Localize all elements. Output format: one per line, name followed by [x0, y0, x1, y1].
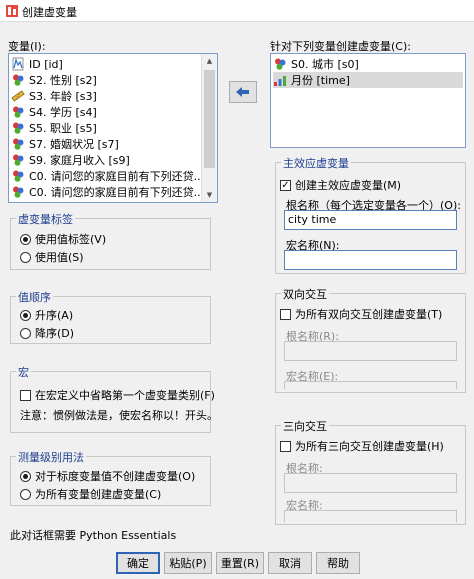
- radio-use-values[interactable]: 使用值(S): [20, 249, 84, 265]
- variable-list-item[interactable]: C0. 请问您的家庭目前有下列还贷...: [11, 200, 204, 202]
- footer-note: 此对话框需要 Python Essentials: [10, 529, 177, 542]
- nominal-icon: [11, 185, 25, 199]
- nominal-icon: [11, 73, 25, 87]
- radio-descending[interactable]: 降序(D): [20, 325, 74, 341]
- variable-list-item-label: S3. 年龄 [s3]: [29, 90, 97, 103]
- macro-note: 注意：惯例做法是，使宏名称以！开头。: [20, 409, 218, 422]
- title-bar: 创建虚变量: [0, 0, 474, 22]
- two-way-title: 双向交互: [281, 286, 329, 302]
- checkbox-two-way[interactable]: 为所有双向交互创建虚变量(T): [280, 306, 442, 322]
- radio-dot: [20, 470, 31, 482]
- radio-dot: [20, 327, 31, 339]
- radio-use-value-labels[interactable]: 使用值标签(V): [20, 231, 106, 247]
- nominal-icon: [11, 153, 25, 167]
- value-order-title: 值顺序: [16, 289, 53, 305]
- nominal-icon: [11, 121, 25, 135]
- app-icon: [6, 5, 18, 17]
- target-list-item-label: S0. 城市 [s0]: [291, 58, 359, 71]
- variable-list-item-label: S2. 性别 [s2]: [29, 74, 97, 87]
- checkbox-box: [280, 308, 291, 320]
- scale-icon: [11, 57, 25, 71]
- target-label: 针对下列变量创建虚变量(C):: [270, 40, 411, 53]
- scroll-down-arrow-icon[interactable]: ▼: [202, 188, 217, 202]
- main-macro-name-input[interactable]: [284, 250, 457, 270]
- variable-list-item[interactable]: S2. 性别 [s2]: [11, 72, 201, 88]
- move-to-target-button[interactable]: [229, 81, 257, 103]
- main-root-name-input[interactable]: city time: [284, 210, 457, 230]
- variable-list-item-label: S7. 婚姻状况 [s7]: [29, 138, 119, 151]
- variable-list-item[interactable]: S9. 家庭月收入 [s9]: [11, 152, 201, 168]
- variable-list-item-label: C0. 请问您的家庭目前有下列还贷...: [29, 186, 205, 199]
- variable-list-item[interactable]: S4. 学历 [s4]: [11, 104, 201, 120]
- ok-button[interactable]: 确定: [116, 552, 160, 574]
- variables-label: 变量(I):: [8, 40, 46, 53]
- main-effects-title: 主效应虚变量: [281, 155, 351, 171]
- target-list-item[interactable]: 月份 [time]: [273, 72, 463, 88]
- checkbox-create-main-effects[interactable]: ✓ 创建主效应虚变量(M): [280, 177, 401, 193]
- three-way-macro-name-input[interactable]: [284, 510, 457, 522]
- help-button[interactable]: 帮助: [316, 552, 360, 574]
- arrow-left-icon: [236, 87, 249, 97]
- target-list-item[interactable]: S0. 城市 [s0]: [273, 56, 463, 72]
- measurement-title: 测量级别用法: [16, 449, 86, 465]
- variable-list-item[interactable]: C0. 请问您的家庭目前有下列还贷...: [11, 184, 205, 200]
- checkbox-box: ✓: [280, 179, 291, 191]
- radio-dot: [20, 251, 31, 263]
- scroll-up-arrow-icon[interactable]: ▲: [202, 54, 217, 68]
- variable-list-item-label: C0. 请问您的家庭目前有下列还贷...: [29, 170, 205, 183]
- radio-ascending[interactable]: 升序(A): [20, 307, 73, 323]
- radio-dummy-for-all[interactable]: 为所有变量创建虚变量(C): [20, 486, 161, 502]
- three-way-title: 三向交互: [281, 418, 329, 434]
- dummy-labels-title: 虚变量标签: [16, 211, 75, 227]
- variable-list-item-label: S4. 学历 [s4]: [29, 106, 97, 119]
- macro-title: 宏: [16, 364, 31, 380]
- variable-list-item-label: C0. 请问您的家庭目前有下列还贷...: [29, 200, 204, 202]
- target-listbox[interactable]: S0. 城市 [s0] 月份 [time]: [270, 53, 466, 148]
- variable-list-item[interactable]: S7. 婚姻状况 [s7]: [11, 136, 201, 152]
- variable-list-item-label: S9. 家庭月收入 [s9]: [29, 154, 130, 167]
- cancel-button[interactable]: 取消: [268, 552, 312, 574]
- nominal-icon: [11, 137, 25, 151]
- nominal-icon: [11, 201, 25, 202]
- ordinal-icon: [273, 73, 287, 87]
- variable-list-item-label: S5. 职业 [s5]: [29, 122, 97, 135]
- target-list-item-label: 月份 [time]: [291, 74, 350, 87]
- reset-button[interactable]: 重置(R): [216, 552, 264, 574]
- variable-list-item[interactable]: S3. 年龄 [s3]: [11, 88, 201, 104]
- nominal-icon: [11, 105, 25, 119]
- radio-dot: [20, 488, 31, 500]
- window-title: 创建虚变量: [22, 6, 77, 19]
- variables-listbox[interactable]: ID [id] S2. 性别 [s2] S3. 年龄 [s3] S4. 学历 [s4]…: [8, 53, 218, 203]
- variable-list-item[interactable]: S5. 职业 [s5]: [11, 120, 201, 136]
- two-way-macro-name-input[interactable]: [284, 381, 457, 389]
- checkbox-three-way[interactable]: 为所有三向交互创建虚变量(H): [280, 438, 444, 454]
- variables-scrollbar[interactable]: ▲ ▼: [201, 54, 217, 202]
- variable-list-item-label: ID [id]: [29, 57, 63, 71]
- ruler-icon: [11, 89, 25, 103]
- variable-list-item[interactable]: C0. 请问您的家庭目前有下列还贷...: [11, 168, 205, 184]
- checkbox-box: [280, 440, 291, 452]
- checkbox-omit-first-category[interactable]: 在宏定义中省略第一个虚变量类别(F): [20, 387, 215, 403]
- three-way-root-name-input[interactable]: [284, 473, 457, 493]
- nominal-icon: [11, 169, 25, 183]
- scroll-thumb[interactable]: [204, 70, 215, 168]
- nominal-icon: [273, 57, 287, 71]
- variable-list-item[interactable]: ID [id]: [11, 56, 201, 72]
- two-way-root-name-input[interactable]: [284, 341, 457, 361]
- radio-dot: [20, 309, 31, 321]
- radio-no-dummy-for-scale[interactable]: 对于标度变量值不创建虚变量(O): [20, 468, 195, 484]
- checkbox-box: [20, 389, 31, 401]
- paste-button[interactable]: 粘贴(P): [164, 552, 212, 574]
- radio-dot: [20, 233, 31, 245]
